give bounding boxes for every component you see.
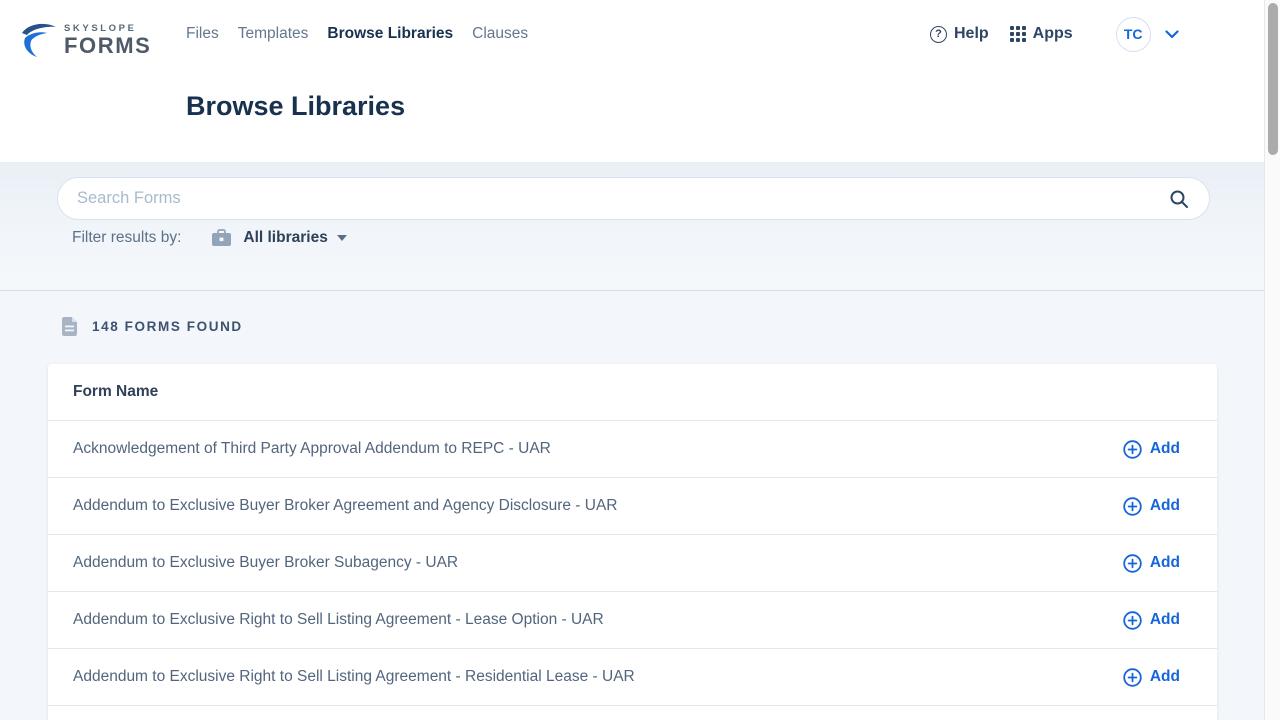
search-filter-band: Filter results by: All libraries xyxy=(0,162,1264,291)
table-row: Acknowledgement of Third Party Approval … xyxy=(48,420,1217,477)
skyslope-forms-logo[interactable]: SKYSLOPE FORMS xyxy=(20,21,151,59)
brand-name-bottom: FORMS xyxy=(64,35,151,57)
add-form-button[interactable]: Add xyxy=(1123,493,1180,520)
add-form-button[interactable]: Add xyxy=(1123,436,1180,463)
vertical-scrollbar[interactable] xyxy=(1264,0,1280,720)
filter-label: Filter results by: xyxy=(72,229,181,247)
table-rows: Acknowledgement of Third Party Approval … xyxy=(48,420,1217,705)
document-icon xyxy=(61,316,78,337)
apps-grid-icon xyxy=(1010,26,1026,42)
plus-circle-icon xyxy=(1123,611,1142,630)
nav-item-files[interactable]: Files xyxy=(186,25,219,43)
primary-nav: Files Templates Browse Libraries Clauses xyxy=(186,25,528,43)
nav-item-browse-libraries[interactable]: Browse Libraries xyxy=(327,25,453,43)
add-form-button[interactable]: Add xyxy=(1123,664,1180,691)
add-form-button[interactable]: Add xyxy=(1123,550,1180,577)
header-actions: ? Help Apps TC xyxy=(930,15,1179,53)
form-name: Addendum to Exclusive Buyer Broker Subag… xyxy=(73,554,458,572)
briefcase-icon xyxy=(211,229,232,247)
plus-circle-icon xyxy=(1123,554,1142,573)
help-label: Help xyxy=(954,25,989,43)
skyslope-swoosh-icon xyxy=(20,21,60,59)
table-row: Addendum to Exclusive Buyer Broker Agree… xyxy=(48,477,1217,534)
library-filter-value: All libraries xyxy=(243,229,327,247)
table-row-partial xyxy=(48,705,1217,720)
plus-circle-icon xyxy=(1123,497,1142,516)
table-header-row: Form Name xyxy=(48,364,1217,420)
add-button-label: Add xyxy=(1150,668,1180,686)
help-question-icon: ? xyxy=(930,26,947,43)
filter-row: Filter results by: All libraries xyxy=(72,229,347,247)
add-button-label: Add xyxy=(1150,440,1180,458)
scrollbar-thumb[interactable] xyxy=(1268,3,1278,155)
plus-circle-icon xyxy=(1123,440,1142,459)
app-header: SKYSLOPE FORMS Files Templates Browse Li… xyxy=(0,0,1264,162)
logo-wordmark: SKYSLOPE FORMS xyxy=(64,23,151,57)
caret-down-icon xyxy=(337,235,347,241)
add-button-label: Add xyxy=(1150,497,1180,515)
table-row: Addendum to Exclusive Right to Sell List… xyxy=(48,591,1217,648)
help-button[interactable]: ? Help xyxy=(930,25,989,43)
results-count: 148 FORMS FOUND xyxy=(61,316,243,337)
search-input[interactable] xyxy=(58,189,1165,208)
add-button-label: Add xyxy=(1150,611,1180,629)
results-count-text: 148 FORMS FOUND xyxy=(92,319,243,334)
account-menu-chevron-down-icon[interactable] xyxy=(1165,30,1179,39)
form-name: Acknowledgement of Third Party Approval … xyxy=(73,440,551,458)
apps-label: Apps xyxy=(1033,25,1073,43)
add-form-button[interactable]: Add xyxy=(1123,607,1180,634)
library-filter-dropdown[interactable]: All libraries xyxy=(211,229,346,247)
forms-table: Form Name Acknowledgement of Third Party… xyxy=(48,364,1217,720)
search-icon xyxy=(1169,189,1189,209)
table-row: Addendum to Exclusive Buyer Broker Subag… xyxy=(48,534,1217,591)
form-name: Addendum to Exclusive Buyer Broker Agree… xyxy=(73,497,617,515)
form-name-column-header: Form Name xyxy=(73,383,158,401)
table-row: Addendum to Exclusive Right to Sell List… xyxy=(48,648,1217,705)
plus-circle-icon xyxy=(1123,668,1142,687)
add-button-label: Add xyxy=(1150,554,1180,572)
page-title: Browse Libraries xyxy=(186,91,405,122)
search-button[interactable] xyxy=(1165,185,1193,213)
search-box xyxy=(57,177,1210,220)
browse-libraries-page: SKYSLOPE FORMS Files Templates Browse Li… xyxy=(0,0,1280,720)
apps-button[interactable]: Apps xyxy=(1010,25,1073,43)
user-avatar[interactable]: TC xyxy=(1116,17,1151,52)
form-name: Addendum to Exclusive Right to Sell List… xyxy=(73,611,604,629)
nav-item-clauses[interactable]: Clauses xyxy=(472,25,528,43)
form-name: Addendum to Exclusive Right to Sell List… xyxy=(73,668,635,686)
nav-item-templates[interactable]: Templates xyxy=(238,25,309,43)
